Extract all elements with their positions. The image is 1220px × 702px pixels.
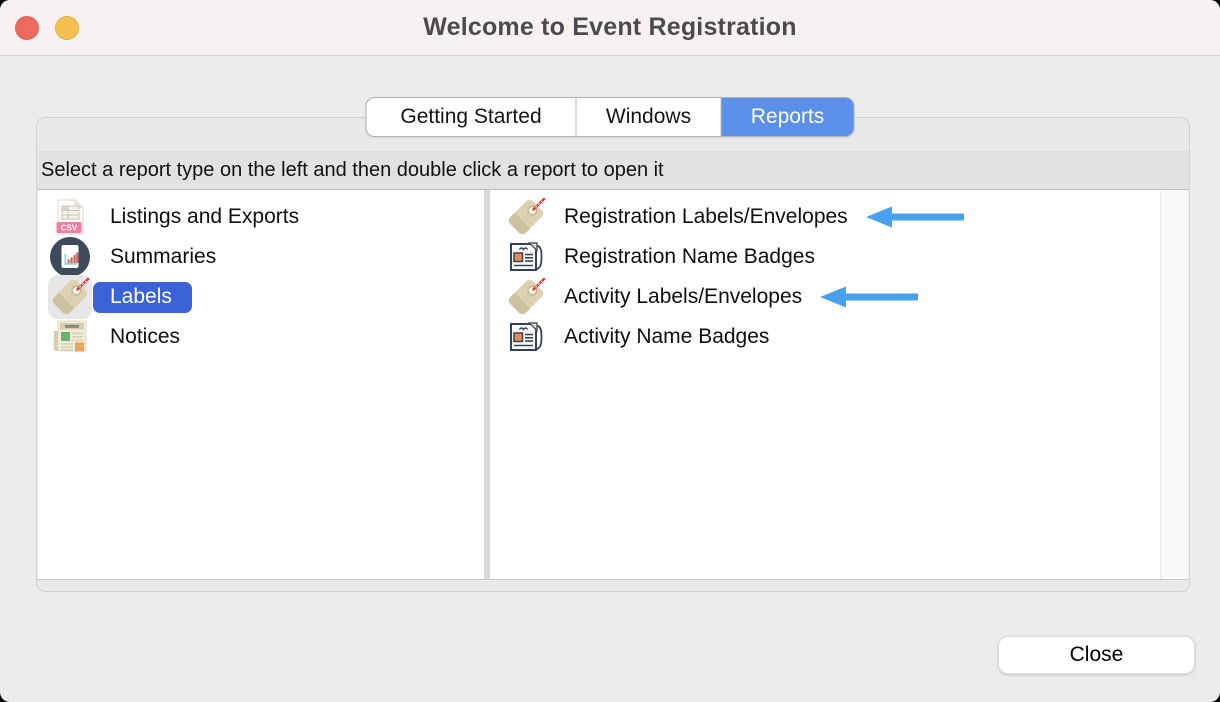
name-badge-icon	[504, 235, 548, 279]
panes-container: CSV Listings and Exports	[37, 189, 1189, 580]
window-title: Welcome to Event Registration	[423, 13, 796, 42]
scrollbar-track[interactable]	[1160, 190, 1188, 579]
report-label: Registration Labels/Envelopes	[564, 205, 848, 229]
svg-text:CSV: CSV	[61, 224, 78, 233]
report-label: Activity Labels/Envelopes	[564, 285, 802, 309]
newspaper-icon	[46, 315, 94, 359]
minimize-window-button[interactable]	[55, 16, 79, 40]
reports-panel: Select a report type on the left and the…	[36, 117, 1190, 592]
tab-getting-started[interactable]: Getting Started	[367, 98, 576, 136]
report-registration-labels-envelopes[interactable]: Registration Labels/Envelopes	[490, 197, 1188, 237]
report-label: Activity Name Badges	[564, 325, 769, 349]
traffic-lights	[15, 16, 79, 40]
report-activity-name-badges[interactable]: Activity Name Badges	[490, 317, 1188, 357]
close-button[interactable]: Close	[998, 636, 1195, 674]
close-button-label: Close	[1070, 643, 1124, 667]
price-tag-icon	[504, 275, 548, 319]
name-badge-icon	[504, 315, 548, 359]
report-type-listings-and-exports[interactable]: CSV Listings and Exports	[38, 197, 484, 237]
report-type-notices[interactable]: Notices	[38, 317, 484, 357]
report-type-label: Summaries	[110, 245, 216, 269]
report-type-summaries[interactable]: Summaries	[38, 237, 484, 277]
report-type-label-selected: Labels	[93, 282, 192, 313]
price-tag-icon	[504, 195, 548, 239]
tab-label: Windows	[606, 105, 691, 129]
report-registration-name-badges[interactable]: Registration Name Badges	[490, 237, 1188, 277]
instruction-bar: Select a report type on the left and the…	[37, 151, 1189, 189]
instruction-text: Select a report type on the left and the…	[41, 159, 664, 182]
report-type-labels[interactable]: Labels	[38, 277, 484, 317]
report-type-label: Notices	[110, 325, 180, 349]
report-type-label: Listings and Exports	[110, 205, 299, 229]
chart-document-icon	[46, 235, 94, 279]
close-window-button[interactable]	[15, 16, 39, 40]
reports-pane: Registration Labels/Envelopes	[490, 190, 1188, 579]
tab-windows[interactable]: Windows	[576, 98, 722, 136]
tab-label: Reports	[751, 105, 825, 129]
report-types-pane: CSV Listings and Exports	[38, 190, 484, 579]
price-tag-icon	[48, 275, 92, 319]
tab-bar: Getting Started Windows Reports	[366, 97, 855, 137]
report-label: Registration Name Badges	[564, 245, 815, 269]
csv-file-icon: CSV	[46, 195, 94, 239]
report-activity-labels-envelopes[interactable]: Activity Labels/Envelopes	[490, 277, 1188, 317]
dialog-window: Welcome to Event Registration Getting St…	[0, 0, 1220, 702]
annotation-arrow-icon	[864, 205, 964, 229]
tab-label: Getting Started	[400, 105, 541, 129]
tab-reports[interactable]: Reports	[722, 98, 854, 136]
annotation-arrow-icon	[818, 285, 918, 309]
title-bar: Welcome to Event Registration	[0, 0, 1220, 56]
